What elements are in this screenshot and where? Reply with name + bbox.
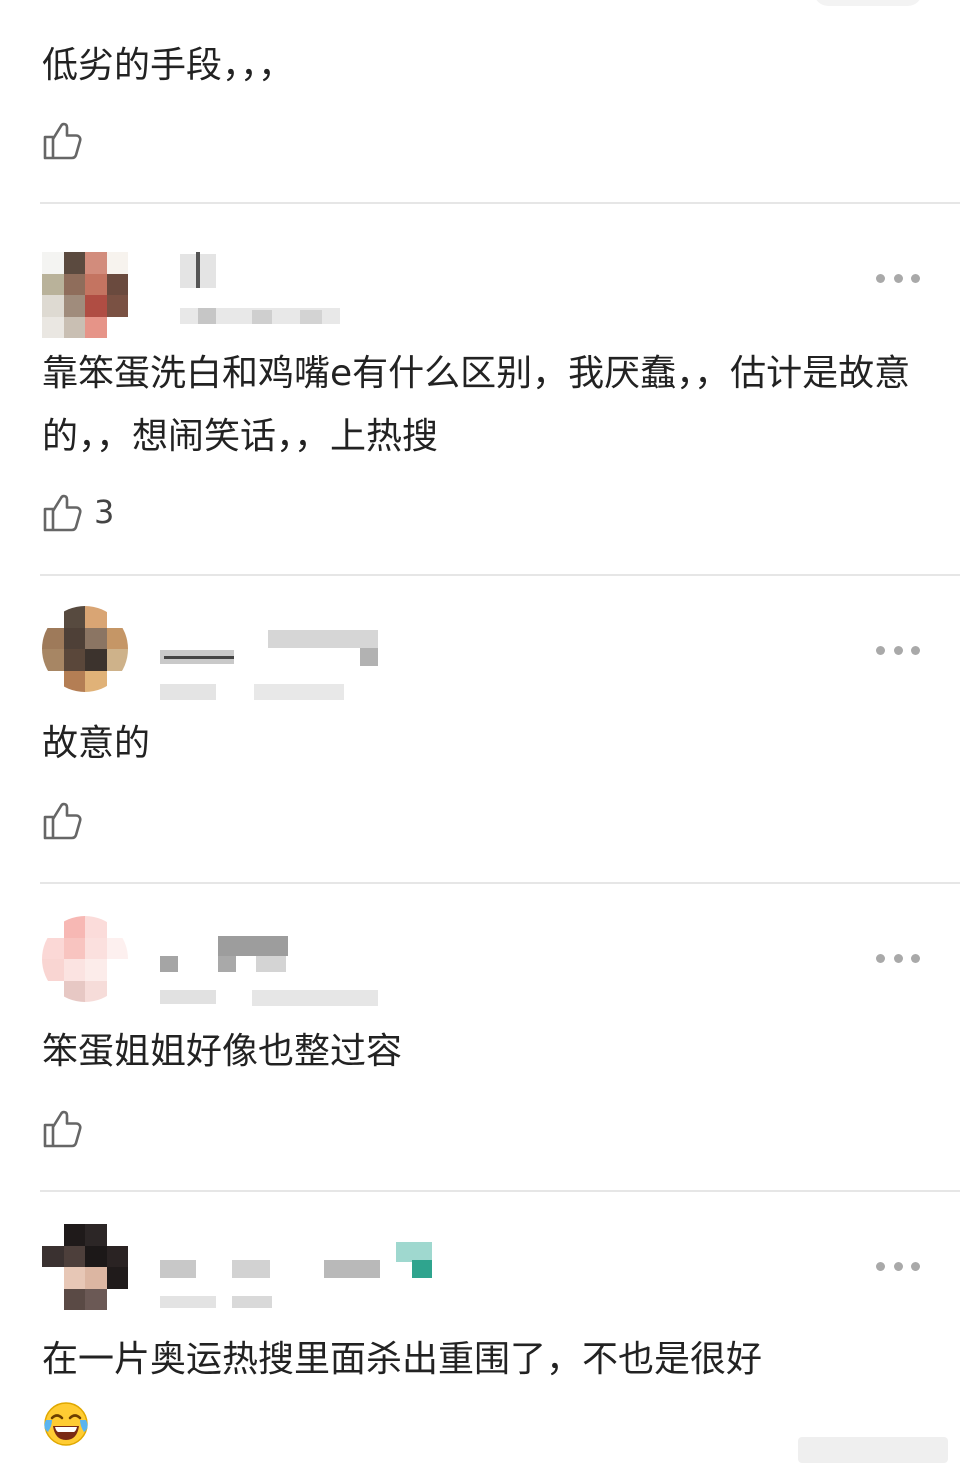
dot — [911, 645, 920, 655]
comment-text: 低劣的手段，，， — [42, 45, 295, 86]
dot — [893, 1261, 903, 1271]
dot — [876, 273, 885, 283]
like-button[interactable] — [42, 118, 94, 162]
username-blurred[interactable] — [160, 628, 420, 714]
dot — [893, 273, 903, 283]
dot — [893, 953, 903, 963]
comment-text-body: 在一片奥运热搜里面杀出重围了，不也是很好 — [42, 1339, 763, 1380]
dot — [911, 273, 920, 283]
dot — [876, 953, 885, 963]
comment-text: 在一片奥运热搜里面杀出重围了，不也是很好 — [42, 1328, 922, 1454]
comment-text: 故意的 — [42, 723, 151, 764]
like-button[interactable]: 3 — [42, 490, 114, 534]
avatar[interactable] — [42, 916, 128, 1002]
dot — [876, 645, 885, 655]
watermark-logo — [798, 1437, 948, 1463]
dot — [876, 1261, 885, 1271]
username-blurred[interactable] — [160, 1240, 460, 1326]
more-options-button[interactable] — [876, 948, 920, 968]
username-blurred[interactable] — [160, 936, 420, 1022]
comment-text: 靠笨蛋洗白和鸡嘴e有什么区别，我厌蠢，，估计是故意的，，想闹笑话，，上热搜 — [42, 353, 911, 457]
like-count: 3 — [94, 493, 115, 531]
like-button[interactable] — [42, 1106, 94, 1150]
username-blurred[interactable] — [160, 252, 420, 338]
avatar[interactable] — [42, 1224, 128, 1310]
dot — [893, 645, 903, 655]
avatar[interactable] — [42, 606, 128, 692]
comment-item: 靠笨蛋洗白和鸡嘴e有什么区别，我厌蠢，，估计是故意的，，想闹笑话，，上热搜 3 — [0, 204, 960, 576]
comment-item: 故意的 — [0, 576, 960, 884]
comment-text: 笨蛋姐姐好像也整过容 — [42, 1031, 403, 1072]
more-options-button[interactable] — [876, 1256, 920, 1276]
dot — [911, 953, 920, 963]
thumbs-up-icon — [43, 802, 82, 840]
like-button[interactable] — [42, 798, 94, 842]
more-options-button[interactable] — [876, 640, 920, 660]
thumbs-up-icon — [43, 1110, 82, 1148]
comment-item: 笨蛋姐姐好像也整过容 — [0, 884, 960, 1192]
laughing-tears-emoji — [44, 1402, 88, 1446]
avatar[interactable] — [42, 252, 128, 338]
comment-item: 低劣的手段，，， — [0, 0, 960, 204]
more-options-button[interactable] — [876, 268, 920, 288]
thumbs-up-icon — [43, 494, 82, 532]
thumbs-up-icon — [43, 122, 82, 160]
dot — [911, 1261, 920, 1271]
